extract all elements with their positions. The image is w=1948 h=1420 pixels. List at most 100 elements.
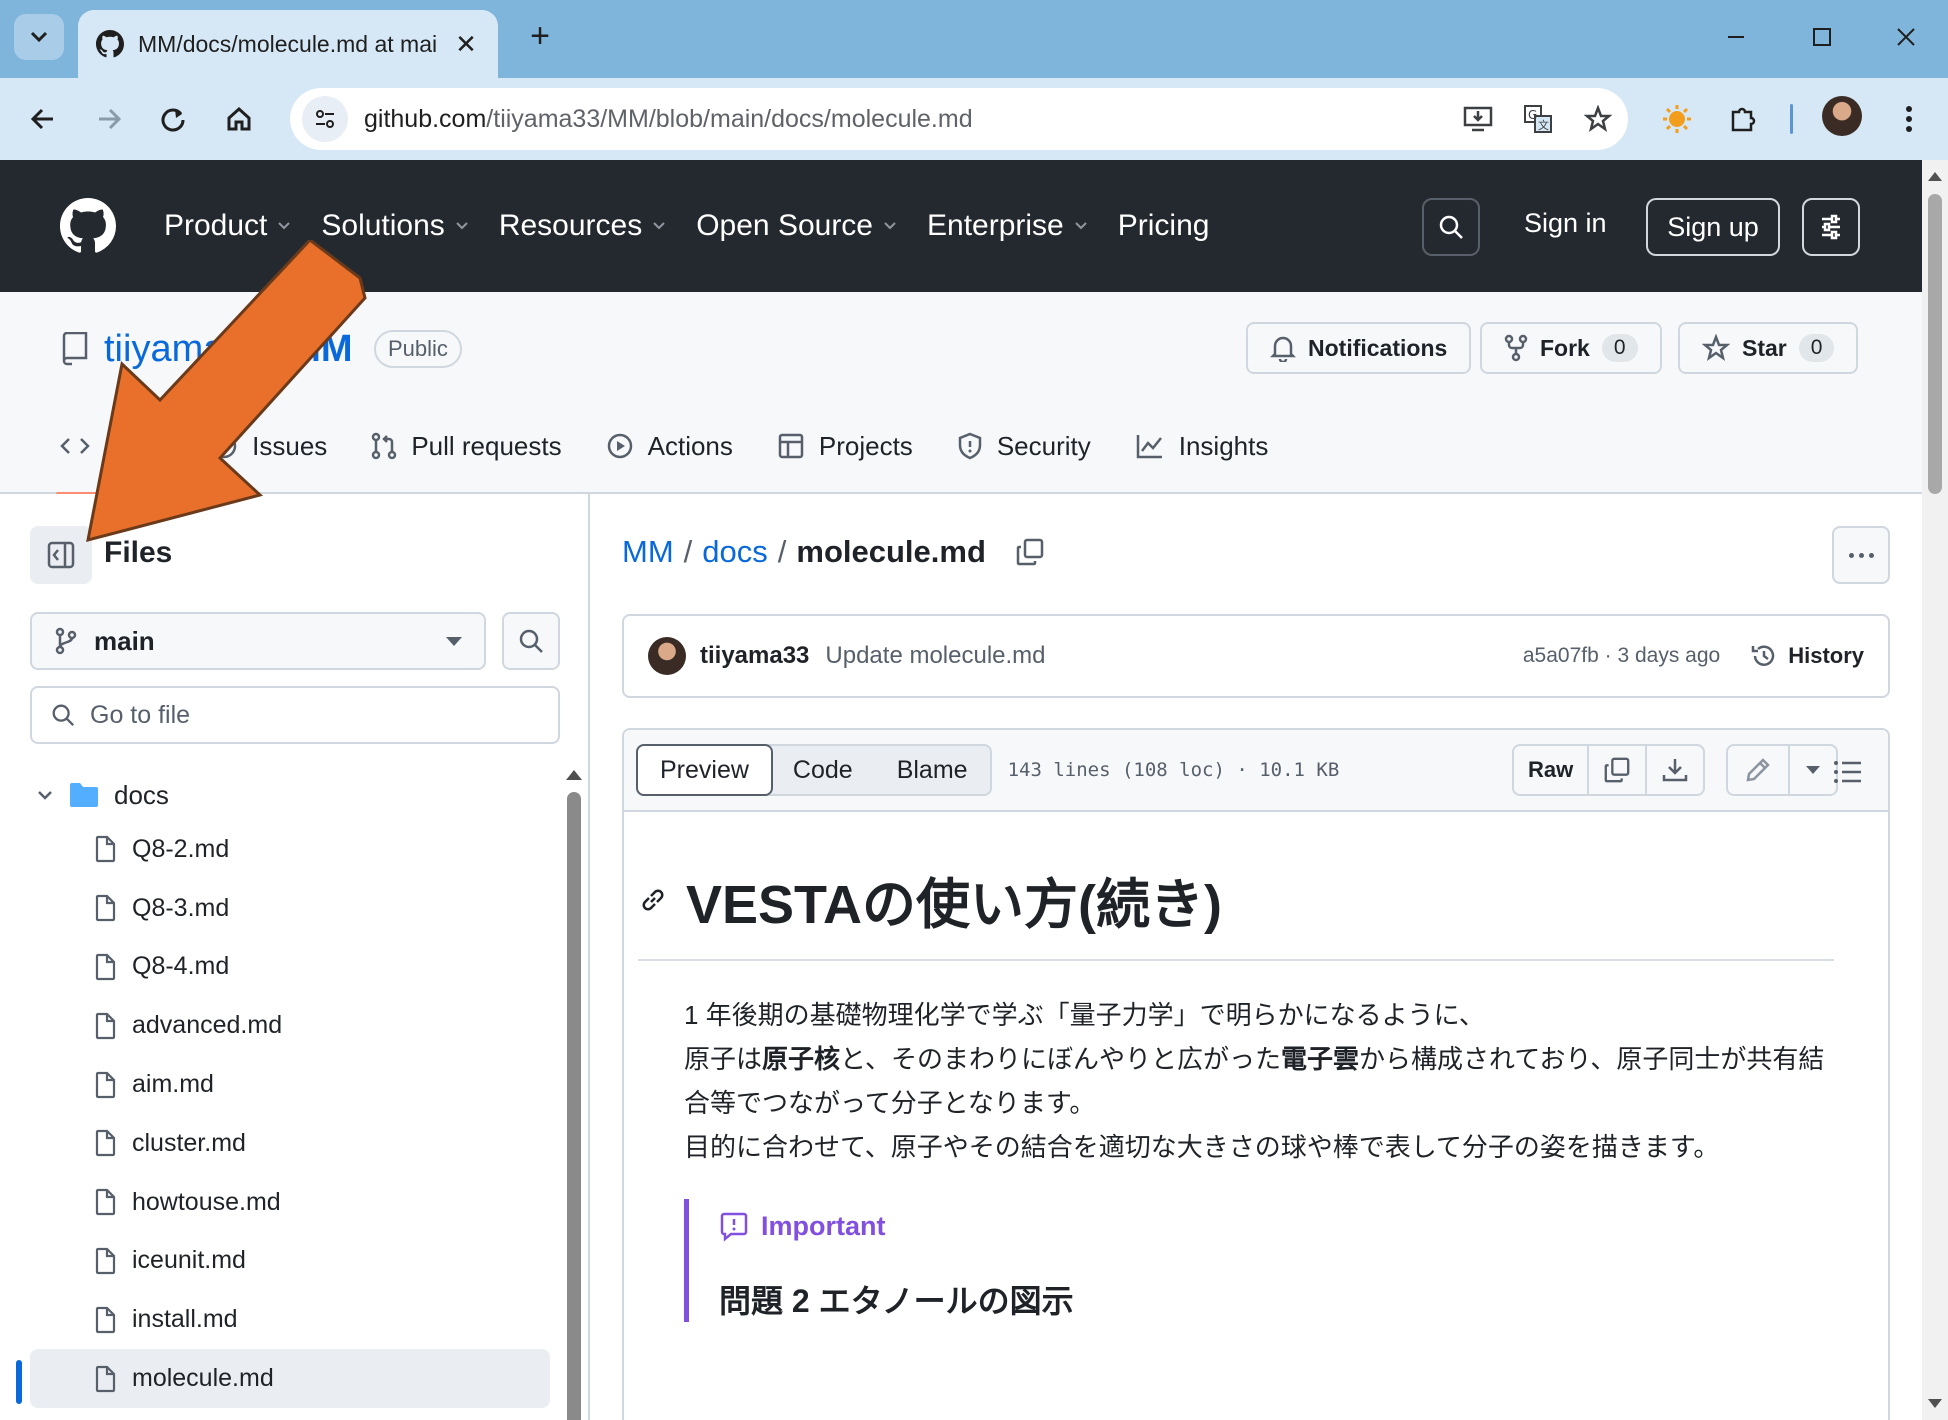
copy-path-button[interactable] — [1012, 534, 1048, 570]
sign-up-button[interactable]: Sign up — [1646, 198, 1780, 256]
nav-pricing[interactable]: Pricing — [1118, 200, 1210, 252]
profile-avatar[interactable] — [1822, 96, 1862, 136]
edit-button-group — [1726, 744, 1838, 796]
go-to-file-input[interactable] — [90, 700, 540, 730]
tree-file[interactable]: install.md — [30, 1290, 550, 1349]
close-tab-icon[interactable]: ✕ — [452, 29, 480, 60]
raw-button[interactable]: Raw — [1514, 746, 1590, 794]
branch-selector[interactable]: main — [30, 612, 486, 670]
tree-file[interactable]: Q8-2.md — [30, 820, 550, 879]
tab-insights[interactable]: Insights — [1135, 420, 1268, 472]
translate-button[interactable]: G文 — [1508, 94, 1568, 144]
address-bar[interactable]: github.com/tiiyama33/MM/blob/main/docs/m… — [290, 88, 1628, 150]
tab-pull-requests[interactable]: Pull requests — [371, 420, 562, 472]
star-button[interactable]: Star 0 — [1678, 322, 1859, 374]
url-path: /tiiyama33/MM/blob/main/docs/molecule.md — [486, 104, 973, 133]
file-tree-scrollbar[interactable] — [566, 770, 582, 1420]
tree-file[interactable]: iceunit.md — [30, 1232, 550, 1291]
site-info-button[interactable] — [302, 96, 348, 142]
tab-issues[interactable]: Issues — [210, 420, 327, 472]
file-tree-panel: Files main docs Q8-2.md Q8-3.md Q8-4.md … — [0, 494, 590, 1420]
page-scrollbar[interactable] — [1922, 160, 1948, 1420]
avatar[interactable] — [648, 637, 686, 675]
fork-button[interactable]: Fork 0 — [1480, 322, 1662, 374]
link-anchor-icon[interactable] — [638, 885, 668, 915]
home-button[interactable] — [214, 94, 264, 144]
repo-owner-link[interactable]: tiiyama33 — [104, 328, 267, 371]
header-menu-button[interactable] — [1802, 198, 1860, 256]
collapse-file-tree-button[interactable] — [30, 526, 92, 584]
search-files-button[interactable] — [502, 612, 560, 670]
bell-icon — [1270, 336, 1296, 362]
tab-search-button[interactable] — [14, 14, 64, 60]
browser-toolbar: github.com/tiiyama33/MM/blob/main/docs/m… — [0, 78, 1948, 160]
download-button[interactable] — [1647, 746, 1703, 794]
close-window-button[interactable] — [1876, 14, 1936, 60]
scroll-up-arrow-icon[interactable] — [1928, 172, 1942, 181]
notifications-button[interactable]: Notifications — [1246, 322, 1472, 374]
scroll-thumb[interactable] — [1928, 194, 1942, 494]
markdown-paragraph: 1 年後期の基礎物理化学で学ぶ「量子力学」で明らかになるように、 原子は原子核と… — [684, 993, 1834, 1169]
new-tab-button[interactable]: + — [520, 16, 560, 56]
tree-file-selected[interactable]: molecule.md — [30, 1349, 550, 1408]
tab-security[interactable]: Security — [957, 420, 1091, 472]
caret-down-icon — [1806, 766, 1820, 774]
tab-actions[interactable]: Actions — [606, 420, 733, 472]
sign-in-link[interactable]: Sign in — [1524, 208, 1607, 239]
file-name: iceunit.md — [132, 1246, 246, 1275]
tree-file[interactable]: advanced.md — [30, 996, 550, 1055]
install-app-button[interactable] — [1448, 94, 1508, 144]
breadcrumb-repo-link[interactable]: MM — [622, 534, 674, 570]
tree-file[interactable]: howtouse.md — [30, 1173, 550, 1232]
bookmark-button[interactable] — [1568, 94, 1628, 144]
tree-file[interactable]: Q8-3.md — [30, 879, 550, 938]
more-options-button[interactable] — [1832, 526, 1890, 584]
copy-raw-button[interactable] — [1589, 746, 1648, 794]
browser-tab-active[interactable]: MM/docs/molecule.md at main ✕ — [78, 10, 498, 78]
extension-button[interactable] — [1652, 94, 1702, 144]
nav-product[interactable]: Product — [164, 200, 291, 252]
svg-text:G: G — [1528, 108, 1537, 122]
tree-folder-docs[interactable]: docs — [30, 770, 550, 820]
outline-button[interactable] — [1828, 752, 1868, 792]
tab-code[interactable]: Code — [55, 420, 171, 496]
github-logo-icon[interactable] — [60, 198, 116, 254]
extensions-menu-button[interactable] — [1718, 94, 1768, 144]
repo-name-link[interactable]: MM — [289, 328, 352, 371]
view-code-tab[interactable]: Code — [771, 746, 875, 794]
forward-button[interactable] — [84, 94, 134, 144]
puzzle-icon — [1731, 107, 1756, 132]
nav-enterprise[interactable]: Enterprise — [927, 200, 1088, 252]
url-host: github.com — [364, 104, 487, 133]
sun-extension-icon — [1663, 105, 1691, 133]
tree-file[interactable]: cluster.md — [30, 1114, 550, 1173]
go-to-file-field[interactable] — [30, 686, 560, 744]
edit-button[interactable] — [1728, 746, 1790, 794]
scroll-thumb[interactable] — [567, 792, 581, 1420]
commit-message-link[interactable]: Update molecule.md — [825, 642, 1045, 670]
scroll-down-arrow-icon[interactable] — [1928, 1399, 1942, 1408]
history-button[interactable]: History — [1750, 642, 1864, 670]
reload-button[interactable] — [148, 94, 198, 144]
file-icon — [95, 1071, 116, 1098]
header-search-button[interactable] — [1422, 198, 1480, 256]
nav-resources[interactable]: Resources — [499, 200, 666, 252]
commit-author-link[interactable]: tiiyama33 — [700, 642, 809, 670]
breadcrumb-dir-link[interactable]: docs — [702, 534, 767, 570]
raw-copy-download-group: Raw — [1512, 744, 1706, 796]
browser-menu-button[interactable] — [1884, 94, 1934, 144]
commit-sha-time[interactable]: a5a07fb · 3 days ago — [1523, 644, 1720, 668]
nav-open-source[interactable]: Open Source — [696, 200, 897, 252]
nav-solutions[interactable]: Solutions — [321, 200, 468, 252]
back-button[interactable] — [18, 94, 68, 144]
maximize-icon — [1813, 28, 1831, 46]
view-blame-tab[interactable]: Blame — [875, 746, 990, 794]
view-preview-tab[interactable]: Preview — [636, 744, 773, 796]
maximize-button[interactable] — [1792, 14, 1852, 60]
minimize-button[interactable] — [1706, 14, 1766, 60]
tree-file[interactable]: aim.md — [30, 1055, 550, 1114]
url-text[interactable]: github.com/tiiyama33/MM/blob/main/docs/m… — [364, 105, 1448, 134]
tab-projects[interactable]: Projects — [777, 420, 913, 472]
tree-file[interactable]: Q8-4.md — [30, 938, 550, 997]
scroll-up-arrow-icon[interactable] — [566, 770, 582, 780]
